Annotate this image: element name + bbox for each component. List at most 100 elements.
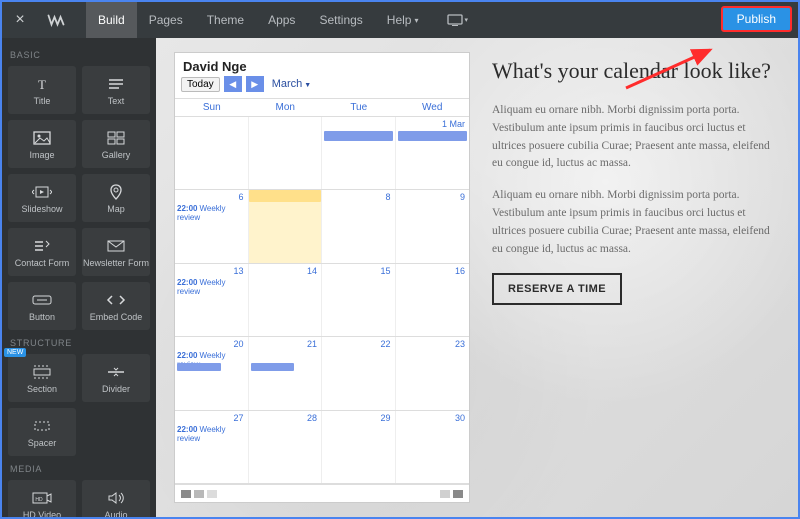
calendar-footer <box>175 484 469 502</box>
calendar-day[interactable]: 2722:00Weekly review <box>175 411 249 483</box>
embed-code-icon <box>106 291 126 309</box>
element-contact-form[interactable]: Contact Form <box>8 228 76 276</box>
divider-icon <box>106 363 126 381</box>
calendar-day[interactable]: 29 <box>322 411 396 483</box>
sidebar-heading-media: MEDIA <box>10 464 148 474</box>
sidebar-heading-basic: BASIC <box>10 50 148 60</box>
calendar-widget[interactable]: David Nge Today ◀ ▶ March▼ SunMonTueWed … <box>174 52 470 503</box>
page-canvas[interactable]: David Nge Today ◀ ▶ March▼ SunMonTueWed … <box>156 38 798 517</box>
calendar-day[interactable]: 7 <box>249 190 323 262</box>
element-embed-code[interactable]: Embed Code <box>82 282 150 330</box>
element-divider[interactable]: Divider <box>82 354 150 402</box>
element-label: Newsletter Form <box>83 258 149 268</box>
close-icon[interactable]: × <box>2 11 38 29</box>
calendar-day[interactable]: 15 <box>322 264 396 336</box>
spacer-icon <box>32 417 52 435</box>
element-label: Button <box>29 312 55 322</box>
image-icon <box>33 129 51 147</box>
elements-sidebar: BASIC T Title Text Image Gallery Slideshow Map… <box>2 38 156 517</box>
element-title[interactable]: T Title <box>8 66 76 114</box>
day-header: Mon <box>249 99 323 116</box>
element-label: Map <box>107 204 125 214</box>
tab-build[interactable]: Build <box>86 2 137 38</box>
text-column: What's your calendar look like? Aliquam … <box>492 52 780 503</box>
new-badge: NEW <box>4 348 26 357</box>
element-label: Contact Form <box>15 258 70 268</box>
element-label: Text <box>108 96 125 106</box>
text-icon <box>107 75 125 93</box>
audio-icon <box>107 489 125 507</box>
day-header: Wed <box>396 99 470 116</box>
element-button[interactable]: Button <box>8 282 76 330</box>
element-label: Image <box>29 150 54 160</box>
publish-button[interactable]: Publish <box>721 6 792 32</box>
element-map[interactable]: Map <box>82 174 150 222</box>
element-text[interactable]: Text <box>82 66 150 114</box>
calendar-day[interactable]: 16 <box>396 264 470 336</box>
prev-button[interactable]: ◀ <box>224 76 242 92</box>
main-tabs: BuildPagesThemeAppsSettingsHelp▾ <box>86 2 431 38</box>
element-label: Slideshow <box>21 204 62 214</box>
calendar-day[interactable]: 622:00Weekly review <box>175 190 249 262</box>
weebly-logo-icon <box>42 10 70 30</box>
calendar-day[interactable]: 8 <box>322 190 396 262</box>
tab-help[interactable]: Help▾ <box>375 2 431 38</box>
calendar-day[interactable]: 30 <box>396 411 470 483</box>
calendar-day-headers: SunMonTueWed <box>175 98 469 117</box>
calendar-grid[interactable]: 1 Mar 622:00Weekly review789 1322:00Weekly… <box>175 117 469 484</box>
gallery-icon <box>107 129 125 147</box>
element-audio[interactable]: Audio <box>82 480 150 517</box>
element-gallery[interactable]: Gallery <box>82 120 150 168</box>
calendar-day[interactable] <box>175 117 249 189</box>
paragraph-2[interactable]: Aliquam eu ornare nibh. Morbi dignissim … <box>492 187 780 258</box>
element-label: Audio <box>104 510 127 518</box>
top-navbar: × BuildPagesThemeAppsSettingsHelp▾ ▾ Pub… <box>2 2 798 38</box>
calendar-event[interactable]: 22:00Weekly review <box>177 204 248 222</box>
element-section[interactable]: SectionNEW <box>8 354 76 402</box>
today-button[interactable]: Today <box>181 77 220 92</box>
tab-pages[interactable]: Pages <box>137 2 195 38</box>
calendar-day[interactable]: 1322:00Weekly review <box>175 264 249 336</box>
map-icon <box>108 183 124 201</box>
calendar-day[interactable]: 28 <box>249 411 323 483</box>
calendar-day[interactable]: 9 <box>396 190 470 262</box>
element-slideshow[interactable]: Slideshow <box>8 174 76 222</box>
newsletter-form-icon <box>107 237 125 255</box>
element-image[interactable]: Image <box>8 120 76 168</box>
element-label: Divider <box>102 384 130 394</box>
calendar-day[interactable]: 2022:00Weekly review <box>175 337 249 409</box>
device-preview-icon[interactable]: ▾ <box>437 14 479 26</box>
tab-theme[interactable]: Theme <box>195 2 256 38</box>
page-headline[interactable]: What's your calendar look like? <box>492 58 780 84</box>
element-hd-video[interactable]: HD HD Video <box>8 480 76 517</box>
calendar-day[interactable]: 21 <box>249 337 323 409</box>
calendar-day[interactable] <box>322 117 396 189</box>
element-label: HD Video <box>23 510 61 518</box>
tab-settings[interactable]: Settings <box>307 2 374 38</box>
month-selector[interactable]: March▼ <box>272 78 312 90</box>
calendar-event[interactable]: 22:00Weekly review <box>177 425 248 443</box>
tab-apps[interactable]: Apps <box>256 2 307 38</box>
element-label: Title <box>34 96 51 106</box>
paragraph-1[interactable]: Aliquam eu ornare nibh. Morbi dignissim … <box>492 102 780 173</box>
element-label: Embed Code <box>90 312 143 322</box>
sidebar-heading-structure: STRUCTURE <box>10 338 148 348</box>
calendar-day[interactable] <box>249 117 323 189</box>
element-spacer[interactable]: Spacer <box>8 408 76 456</box>
button-icon <box>32 291 52 309</box>
element-label: Spacer <box>28 438 57 448</box>
element-label: Gallery <box>102 150 131 160</box>
calendar-day[interactable]: 14 <box>249 264 323 336</box>
contact-form-icon <box>33 237 51 255</box>
hd-video-icon: HD <box>32 489 52 507</box>
next-button[interactable]: ▶ <box>246 76 264 92</box>
svg-text:HD: HD <box>35 497 43 503</box>
element-newsletter-form[interactable]: Newsletter Form <box>82 228 150 276</box>
reserve-time-button[interactable]: RESERVE A TIME <box>492 273 622 305</box>
title-icon: T <box>33 75 51 93</box>
calendar-day[interactable]: 1 Mar <box>396 117 470 189</box>
calendar-day[interactable]: 23 <box>396 337 470 409</box>
svg-text:T: T <box>38 77 46 91</box>
calendar-day[interactable]: 22 <box>322 337 396 409</box>
calendar-event[interactable]: 22:00Weekly review <box>177 278 248 296</box>
